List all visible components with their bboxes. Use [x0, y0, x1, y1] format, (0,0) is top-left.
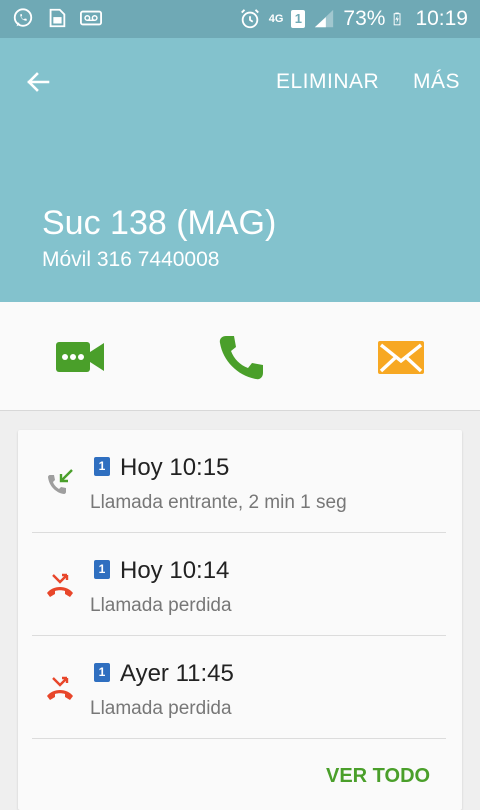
contact-number: Móvil 316 7440008 [42, 248, 220, 271]
network-type: 4G [268, 13, 284, 25]
status-indicators: 4G 1 73% 10:19 [239, 0, 468, 38]
divider [32, 738, 446, 739]
call-description: Llamada entrante, 2 min 1 seg [90, 492, 347, 513]
signal-icon [315, 9, 334, 28]
voicemail-icon [80, 10, 102, 26]
sim-badge: 1 [94, 457, 110, 476]
whatsapp-icon [13, 8, 33, 27]
contact-name: Suc 138 (MAG) [42, 204, 277, 242]
status-notifications [12, 7, 102, 29]
sim-card-icon [49, 8, 66, 28]
call-time: Ayer 11:45 [120, 660, 234, 687]
view-all-button[interactable]: VER TODO [326, 765, 430, 788]
call-log-entry[interactable]: 1 Ayer 11:45 Llamada perdida [18, 636, 462, 738]
sim-badge: 1 [94, 663, 110, 682]
contact-header: ELIMINAR MÁS Suc 138 (MAG) Móvil 316 744… [0, 38, 480, 302]
call-log-entry[interactable]: 1 Hoy 10:15 Llamada entrante, 2 min 1 se… [18, 430, 462, 532]
call-time: Hoy 10:14 [120, 557, 230, 584]
clock: 10:19 [415, 7, 468, 30]
contact-actions [0, 302, 480, 411]
missed-call-icon [47, 676, 73, 700]
call-log-entry[interactable]: 1 Hoy 10:14 Llamada perdida [18, 533, 462, 635]
battery-percent: 73% [343, 7, 386, 30]
battery-charging-icon [394, 12, 401, 26]
alarm-icon [240, 9, 259, 29]
arrow-back-icon[interactable] [22, 66, 54, 98]
video-message-icon[interactable] [52, 332, 108, 382]
envelope-icon[interactable] [372, 332, 428, 382]
delete-button[interactable]: ELIMINAR [276, 70, 379, 94]
call-history-card: 1 Hoy 10:15 Llamada entrante, 2 min 1 se… [18, 430, 462, 810]
missed-call-icon [47, 573, 73, 597]
phone-icon[interactable] [212, 332, 268, 382]
sim-badge: 1 [94, 560, 110, 579]
call-description: Llamada perdida [90, 595, 232, 616]
call-description: Llamada perdida [90, 698, 232, 719]
more-button[interactable]: MÁS [413, 70, 460, 94]
sim-indicator: 1 [291, 10, 306, 28]
status-bar: 4G 1 73% 10:19 [0, 0, 480, 38]
call-time: Hoy 10:15 [120, 454, 230, 481]
incoming-call-icon [48, 469, 73, 494]
